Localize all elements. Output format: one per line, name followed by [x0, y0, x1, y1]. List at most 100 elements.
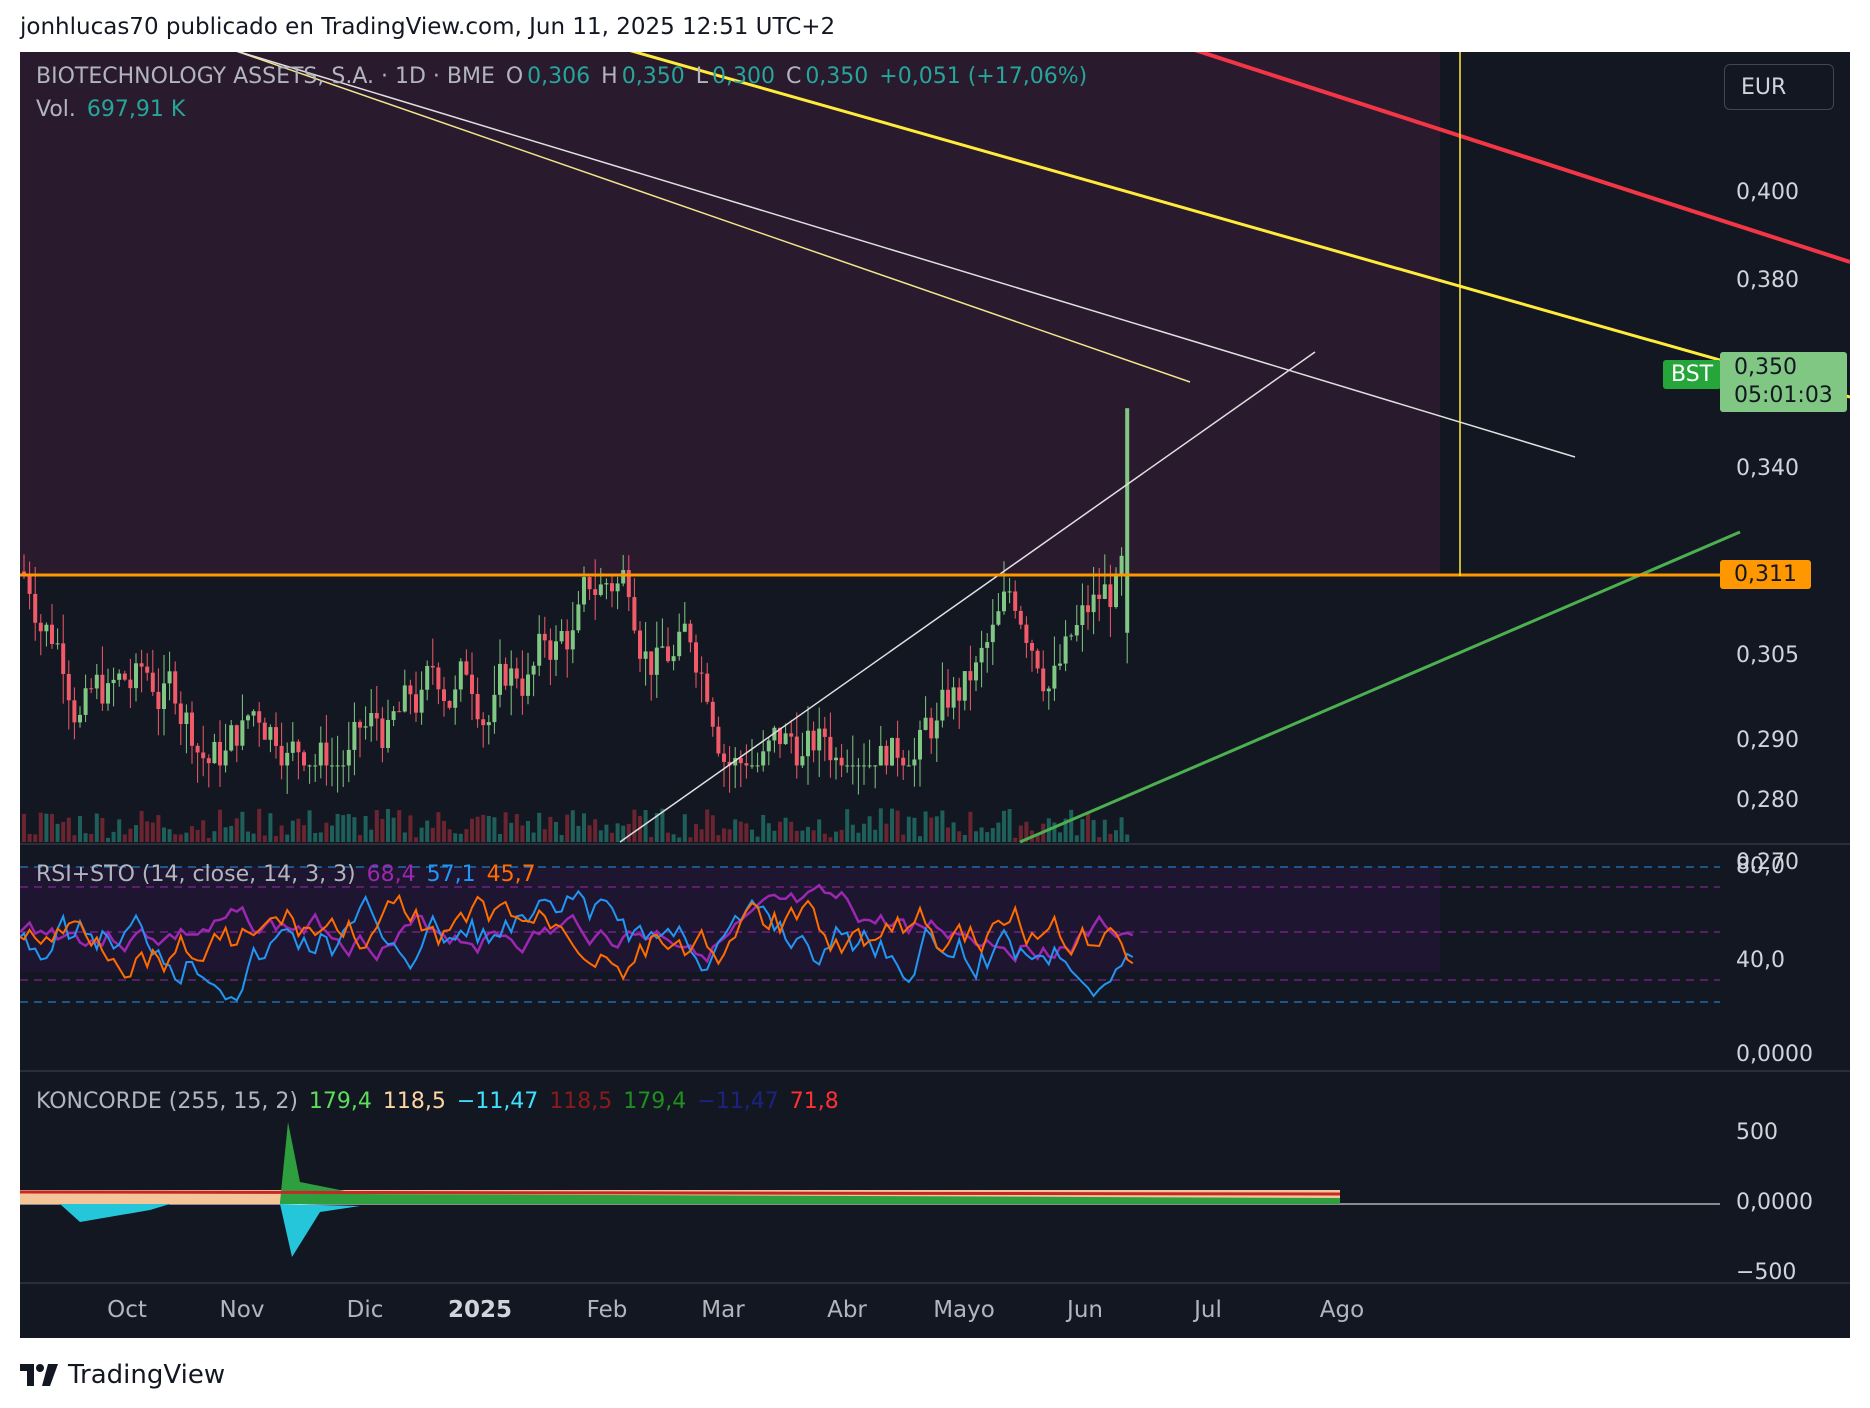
- pane-separator-rsi[interactable]: [20, 843, 1850, 845]
- candle-body: [262, 722, 267, 740]
- price-axis-label: 0,340: [1736, 456, 1799, 481]
- volume-bar: [425, 820, 430, 842]
- candle-body: [447, 700, 452, 708]
- candle-body: [240, 720, 245, 746]
- candle-body: [341, 765, 346, 767]
- volume-bar: [559, 835, 564, 842]
- volume-bar: [940, 810, 945, 842]
- candle-body: [587, 577, 592, 590]
- candle-body: [1091, 594, 1096, 613]
- candle-body: [526, 674, 530, 696]
- high-label: H: [601, 64, 618, 89]
- candle-body: [839, 757, 844, 766]
- price-axis-label: 0,280: [1736, 788, 1799, 813]
- volume-bar: [677, 837, 682, 842]
- candle-body: [453, 689, 458, 708]
- volume-bar: [957, 831, 962, 842]
- volume-bar: [436, 812, 441, 842]
- candle-body: [201, 752, 206, 759]
- candle-body: [402, 685, 407, 712]
- candle-body: [979, 647, 984, 663]
- price-chart-svg[interactable]: [20, 52, 1850, 1338]
- candle-body: [766, 740, 771, 752]
- candle-body: [1080, 605, 1085, 626]
- candle-body: [598, 584, 603, 596]
- volume-bar: [834, 831, 838, 842]
- volume-bar: [72, 835, 77, 842]
- volume-bar: [391, 817, 396, 842]
- time-axis-separator: [20, 1282, 1850, 1284]
- volume-bar: [458, 833, 463, 842]
- volume-bar: [430, 827, 435, 842]
- volume-bar: [514, 814, 519, 842]
- volume-bar: [817, 819, 822, 842]
- volume-bar: [206, 837, 211, 842]
- volume-bar: [895, 810, 900, 842]
- candle-body: [1030, 642, 1034, 651]
- volume-bar: [414, 837, 418, 842]
- candle-body: [722, 753, 726, 762]
- candle-body: [122, 673, 127, 680]
- candle-body: [380, 718, 385, 748]
- volume-bar: [503, 812, 508, 842]
- volume-bar: [128, 828, 133, 842]
- volume-bar: [974, 831, 978, 842]
- volume-bar: [134, 825, 138, 842]
- candle-body: [554, 641, 558, 660]
- rsi-axis-0: 0,0000: [1736, 1042, 1813, 1067]
- volume-bar: [285, 834, 290, 842]
- candle-body: [1041, 668, 1046, 692]
- candle-body: [694, 642, 698, 673]
- candle-body: [878, 745, 883, 766]
- volume-bar: [878, 808, 883, 842]
- volume-bar: [923, 811, 928, 842]
- candle-body: [761, 751, 766, 766]
- candle-body: [414, 694, 418, 713]
- volume-bar: [750, 829, 754, 842]
- candle-body: [100, 674, 105, 704]
- volume-bar: [1108, 833, 1113, 842]
- koncorde-value-7: 71,8: [789, 1089, 839, 1114]
- volume-bar: [979, 827, 984, 842]
- volume-bar: [884, 823, 889, 842]
- candle-body: [324, 742, 329, 766]
- volume-bar: [442, 820, 446, 842]
- volume-bar: [486, 815, 491, 842]
- volume-bar: [190, 826, 194, 842]
- candle-body: [486, 722, 491, 726]
- volume-bar: [576, 825, 581, 842]
- volume-bar: [850, 824, 855, 842]
- volume-bar: [380, 818, 385, 842]
- volume-bar: [162, 827, 166, 842]
- volume-bar: [968, 811, 973, 842]
- time-axis-label: Oct: [107, 1297, 147, 1323]
- volume-bar: [839, 829, 844, 842]
- candle-body: [94, 674, 99, 689]
- currency-button[interactable]: EUR: [1724, 64, 1834, 110]
- candle-body: [83, 688, 88, 715]
- volume-bar: [122, 834, 127, 842]
- candle-body: [27, 575, 32, 594]
- candle-body: [475, 693, 480, 720]
- volume-bar: [374, 810, 379, 842]
- chart-frame[interactable]: BIOTECHNOLOGY ASSETS, S.A. · 1D · BME O0…: [20, 52, 1850, 1338]
- koncorde-value-5: 179,4: [623, 1089, 687, 1114]
- candle-body: [923, 717, 928, 730]
- tradingview-footer[interactable]: TradingView: [20, 1360, 225, 1390]
- volume-bar: [55, 823, 60, 842]
- volume-bar: [50, 813, 54, 842]
- candle-body: [610, 583, 614, 592]
- volume-bar: [604, 824, 609, 842]
- candle-body: [212, 741, 217, 764]
- last-price-value: 0,350: [1734, 355, 1797, 380]
- candle-body: [576, 604, 581, 631]
- candle-body: [1108, 584, 1113, 608]
- candle-body: [1102, 584, 1107, 599]
- pane-separator-koncorde[interactable]: [20, 1070, 1850, 1072]
- koncorde-value-4: 118,5: [549, 1089, 613, 1114]
- candle-body: [957, 687, 962, 701]
- candle-body: [985, 642, 990, 648]
- volume-bar: [419, 827, 424, 842]
- volume-bar: [873, 829, 878, 842]
- candle-body: [615, 583, 620, 592]
